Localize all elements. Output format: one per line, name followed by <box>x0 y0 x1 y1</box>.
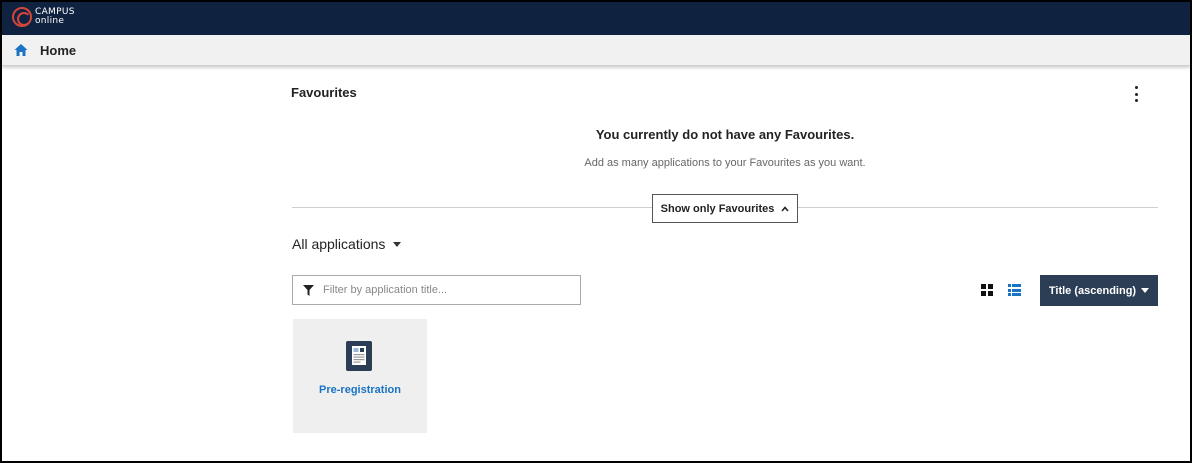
campus-online-logo[interactable]: CAMPUS online <box>12 7 75 27</box>
show-only-favourites-label: Show only Favourites <box>660 202 775 215</box>
sort-dropdown[interactable]: Title (ascending) <box>1040 275 1158 306</box>
caret-down-icon <box>393 241 402 247</box>
home-icon[interactable] <box>14 43 28 57</box>
filter-icon <box>303 284 314 296</box>
divider-right <box>798 207 1158 208</box>
list-view-icon[interactable] <box>1008 284 1021 296</box>
grid-view-icon[interactable] <box>981 284 993 296</box>
top-bar: CAMPUS online <box>2 2 1190 35</box>
caret-down-icon <box>1141 288 1150 293</box>
empty-favourites-title: You currently do not have any Favourites… <box>595 127 855 142</box>
chevron-up-icon <box>781 205 789 212</box>
document-id-icon <box>346 341 372 371</box>
app-tile-pre-registration[interactable]: Pre-registration <box>293 319 427 433</box>
logo-icon <box>12 7 32 27</box>
breadcrumb-home[interactable]: Home <box>40 43 76 58</box>
all-applications-dropdown[interactable]: All applications <box>292 236 402 252</box>
show-only-favourites-button[interactable]: Show only Favourites <box>652 194 798 223</box>
kebab-menu-icon[interactable] <box>1130 86 1142 102</box>
filter-field[interactable] <box>292 275 581 305</box>
app-frame: CAMPUS online Home Favourites You curren… <box>0 0 1192 463</box>
logo-line2: online <box>35 16 65 26</box>
sort-label: Title (ascending) <box>1048 284 1137 297</box>
app-tile-label: Pre-registration <box>319 384 401 396</box>
divider-left <box>292 207 652 208</box>
empty-favourites-subtitle: Add as many applications to your Favouri… <box>584 157 866 169</box>
favourites-title: Favourites <box>291 85 357 100</box>
filter-input[interactable] <box>323 284 563 296</box>
all-applications-label: All applications <box>292 236 386 252</box>
breadcrumb: Home <box>2 35 1190 66</box>
